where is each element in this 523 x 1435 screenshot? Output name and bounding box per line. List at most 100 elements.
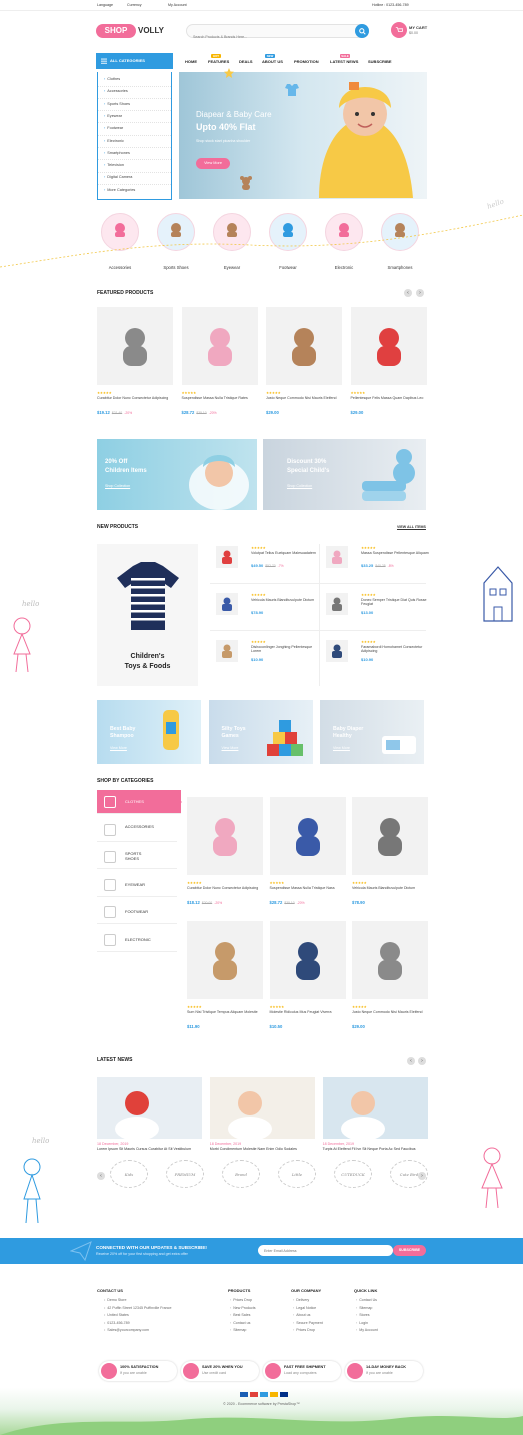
product-name[interactable]: Curabitur Dolor Nunc Consectetur Adipisc… <box>187 886 263 890</box>
new-product-item[interactable]: ★★★★★ Massa Suspendisse Pellentesque Aliq… <box>326 546 429 586</box>
product-name[interactable]: Suspendisse Massa Nulla Tristique Nass <box>270 886 346 890</box>
tab-eyewear[interactable]: EYEWEAR <box>97 873 177 897</box>
new-product-item[interactable]: ★★★★★ Faramabordi Homohamet Consectetur A… <box>326 640 426 680</box>
footer-link[interactable]: › My Account <box>356 1328 378 1332</box>
product-name[interactable]: Dishoconlinger Jonghing Pellentesque Lor… <box>251 645 319 654</box>
product-image[interactable] <box>352 921 428 999</box>
mini-banner[interactable]: Best Baby Shampoo View More <box>97 700 201 764</box>
product-image[interactable] <box>269 797 346 875</box>
brands-prev-button[interactable]: ‹ <box>97 1172 105 1180</box>
category-product-card[interactable]: ★★★★★ Suspendisse Massa Nulla Tristique N… <box>269 797 346 912</box>
footer-link[interactable]: › Contact Us <box>356 1298 378 1302</box>
mini-banner[interactable]: Silty Toys Games View More <box>208 700 313 764</box>
brand-logo[interactable]: Brand <box>222 1160 260 1188</box>
product-name[interactable]: Vehicula Mauris Blandituvulpute Dictum <box>352 886 428 890</box>
new-product-item[interactable]: ★★★★★ Volutpat Tellus Euelquam Malesuadat… <box>216 546 316 586</box>
nav-subscribe[interactable]: SUBSCRIBE <box>368 59 392 64</box>
subscribe-button[interactable]: SUBSCRIBE <box>393 1245 426 1256</box>
product-image[interactable] <box>187 921 263 999</box>
tab-accessories[interactable]: ACCESSORIES <box>97 818 177 842</box>
footer-link[interactable]: › Stores <box>356 1313 378 1317</box>
footer-link[interactable]: • United States <box>104 1313 171 1317</box>
footer-link[interactable]: › Legal Notice <box>293 1306 323 1310</box>
nav-home[interactable]: HOME <box>185 59 197 64</box>
product-image[interactable] <box>97 307 173 385</box>
product-name[interactable]: Justo Neque Commodo Nisi Mauris Eleifend <box>266 396 342 400</box>
product-image[interactable] <box>326 593 348 615</box>
nav-latest-news[interactable]: SALE LATEST NEWS <box>330 54 358 64</box>
currency-selector[interactable]: Currency <box>127 3 142 7</box>
site-logo[interactable]: SHOP VOLLY <box>96 21 181 41</box>
product-name[interactable]: Molestie Ridiculus Mus Feugiat Viverra <box>270 1010 346 1014</box>
brand-logo[interactable]: Cute Bird <box>390 1160 428 1188</box>
product-image[interactable] <box>216 640 238 662</box>
product-image[interactable] <box>216 593 238 615</box>
product-name[interactable]: Faramabordi Homohamet Consectetur Adipis… <box>361 645 429 654</box>
footer-link[interactable]: • 42 Puffin Street 12345 Puffinville Fran… <box>104 1306 171 1310</box>
news-card[interactable]: 18 December, 2019 Lorem Ipsum Sit Mauris … <box>97 1077 202 1157</box>
category-product-card[interactable]: ★★★★★ Curabitur Dolor Nunc Consectetur Ad… <box>187 797 263 912</box>
my-account-link[interactable]: My Account <box>168 3 187 7</box>
news-prev-button[interactable]: ‹ <box>407 1057 415 1065</box>
new-products-feature[interactable]: Children's Toys & Foods <box>97 544 198 686</box>
product-name[interactable]: Curabitur Dolor Nunc Consectetur Adipisc… <box>97 396 173 400</box>
news-image[interactable] <box>209 1077 315 1141</box>
product-name[interactable]: Justo Neque Commodo Nisi Mauris Eleifend <box>352 1010 428 1014</box>
new-product-item[interactable]: ★★★★★ Vehicula Mauris Blandituvulpute Dic… <box>216 593 316 633</box>
product-name[interactable]: Pellentesque Felis Massa Quam Dapibus Le… <box>351 396 427 400</box>
footer-link[interactable]: › New Products <box>230 1306 256 1310</box>
new-product-item[interactable]: ★★★★★ Donec Semper Tristique Diat Quis Ro… <box>326 593 429 633</box>
nav-about[interactable]: NEW ABOUT US <box>262 54 283 64</box>
category-menu-item[interactable]: › Smartphones <box>98 151 171 161</box>
news-image[interactable] <box>322 1077 428 1141</box>
footer-link[interactable]: › Best Sales <box>230 1313 256 1317</box>
language-selector[interactable]: Language <box>97 3 113 7</box>
category-product-card[interactable]: ★★★★★ Sum Nisi Tristique Tempus Aliquam M… <box>187 921 263 1036</box>
product-image[interactable] <box>216 546 238 568</box>
product-image[interactable] <box>350 307 427 385</box>
news-title[interactable]: Lorem Ipsum Sit Mauris Cursus Curabitur … <box>97 1147 202 1151</box>
category-product-card[interactable]: ★★★★★ Molestie Ridiculus Mus Feugiat Vive… <box>269 921 346 1036</box>
news-card[interactable]: 18 December, 2019 Turpis At Eleifend Fil … <box>322 1077 428 1157</box>
promo-link[interactable]: Shop Collection <box>105 484 130 488</box>
category-menu-item[interactable]: › Television <box>98 163 171 173</box>
featured-product-card[interactable]: ★★★★★ Pellentesque Felis Massa Quam Dapib… <box>350 307 427 422</box>
product-image[interactable] <box>266 307 342 385</box>
footer-link[interactable]: • Demo Store <box>104 1298 171 1302</box>
product-name[interactable]: Volutpat Tellus Euelquam Malesuadatem <box>251 551 319 555</box>
featured-prev-button[interactable]: ‹ <box>404 289 412 297</box>
product-name[interactable]: Vehicula Mauris Blandituvulpute Dictum <box>251 598 319 602</box>
category-menu-item[interactable]: › Digital Camera <box>98 175 171 185</box>
product-name[interactable]: Donec Semper Tristique Diat Quis Rosse F… <box>361 598 429 607</box>
product-name[interactable]: Suspendisse Massa Nulla Tristique Rates <box>182 396 258 400</box>
product-name[interactable]: Massa Suspendisse Pellentesque Aliquam <box>361 551 429 555</box>
product-name[interactable]: Sum Nisi Tristique Tempus Aliquam Molest… <box>187 1010 263 1014</box>
mini-banner-link[interactable]: View More <box>222 746 239 750</box>
footer-link[interactable]: › Login <box>356 1321 378 1325</box>
newsletter-email-input[interactable] <box>258 1245 393 1256</box>
featured-product-card[interactable]: ★★★★★ Curabitur Dolor Nunc Consectetur Ad… <box>97 307 173 422</box>
mini-banner[interactable]: Baby Diaper Healthy View More <box>320 700 424 764</box>
tab-sports-shoes[interactable]: SPORTS SHOES <box>97 845 177 869</box>
footer-link[interactable]: • Sales@yourcompany.com <box>104 1328 171 1332</box>
category-menu-item[interactable]: › More Categories <box>104 188 135 192</box>
brand-logo[interactable]: Little <box>278 1160 316 1188</box>
promo-banner-special[interactable]: Discount 30% Special Child's Shop Collec… <box>263 439 426 510</box>
news-card[interactable]: 18 December, 2019 Morbi Condimentum Moles… <box>209 1077 315 1157</box>
hero-view-more-button[interactable]: View More <box>196 158 230 169</box>
search-input[interactable] <box>187 31 347 43</box>
category-menu-item[interactable]: › Sports Shoes <box>98 102 171 112</box>
tab-footwear[interactable]: FOOTWEAR <box>97 900 177 924</box>
news-image[interactable] <box>97 1077 202 1141</box>
footer-link[interactable]: › Prices Drop <box>230 1298 256 1302</box>
nav-deals[interactable]: DEALS <box>239 59 253 64</box>
brand-logo[interactable]: CUTEDUCK <box>334 1160 372 1188</box>
news-title[interactable]: Morbi Condimentum Molestie Nam Enim Odio… <box>210 1147 315 1151</box>
category-product-card[interactable]: ★★★★★ Justo Neque Commodo Nisi Mauris Ele… <box>352 921 428 1036</box>
promo-link[interactable]: Shop Collection <box>287 484 312 488</box>
featured-next-button[interactable]: › <box>416 289 424 297</box>
footer-link[interactable]: › Contact us <box>230 1321 256 1325</box>
brand-logo[interactable]: PREMIUM <box>166 1160 204 1188</box>
category-menu-item[interactable]: › Clothes <box>98 77 171 87</box>
promo-banner-children[interactable]: 20% Off Children Items Shop Collection <box>97 439 257 510</box>
